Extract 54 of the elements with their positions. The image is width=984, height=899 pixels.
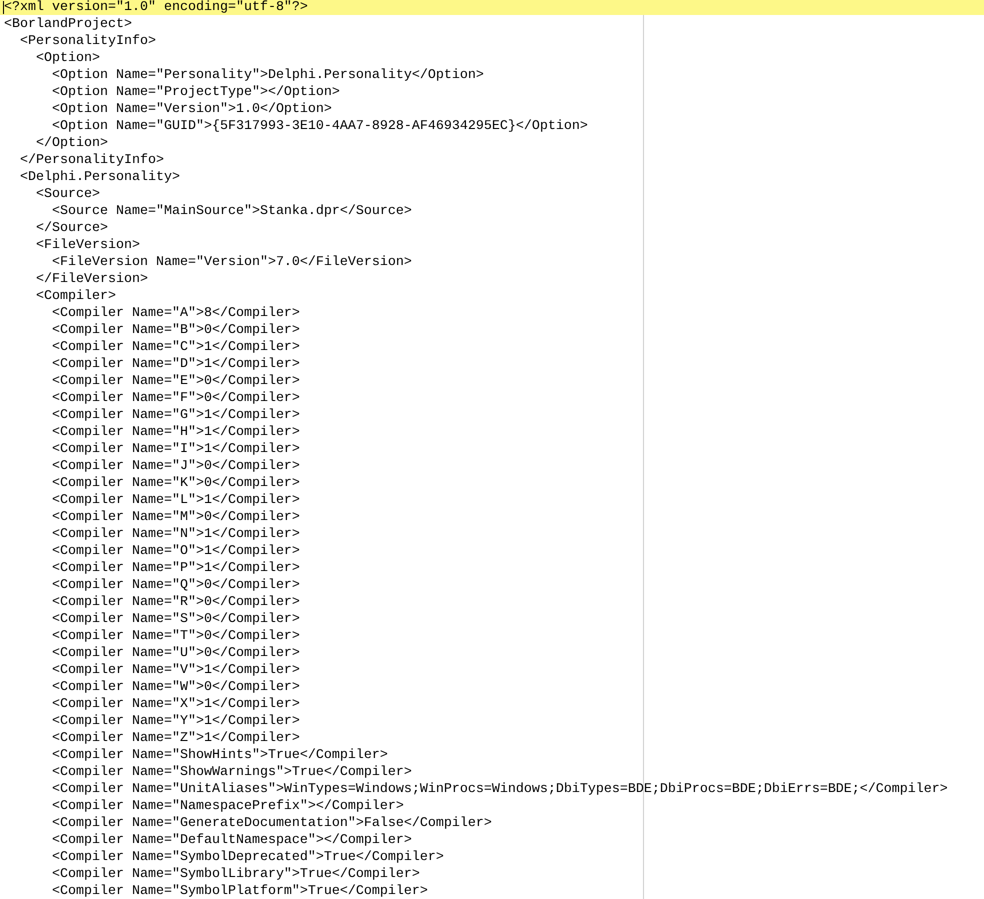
code-line: <Compiler Name="R">0</Compiler> bbox=[50, 595, 300, 610]
code-line: <Source> bbox=[34, 187, 100, 202]
code-line: <Compiler Name="D">1</Compiler> bbox=[50, 357, 300, 372]
code-line: <Compiler Name="A">8</Compiler> bbox=[50, 306, 300, 321]
code-line: <Compiler Name="DefaultNamespace"></Compiler> bbox=[50, 833, 412, 848]
code-line: <Compiler Name="SymbolLibrary">True</Compiler> bbox=[50, 867, 420, 882]
code-line: <Compiler Name="N">1</Compiler> bbox=[50, 527, 300, 542]
code-line: <Compiler Name="J">0</Compiler> bbox=[50, 459, 300, 474]
code-line: <?xml version="1.0" encoding="utf-8"?> bbox=[4, 0, 308, 15]
code-line: <FileVersion Name="Version">7.0</FileVersion> bbox=[50, 255, 412, 270]
code-line: <Source Name="MainSource">Stanka.dpr</Source> bbox=[50, 204, 412, 219]
code-line: <Compiler Name="UnitAliases">WinTypes=Windows;WinProcs=Windows;DbiTypes=BDE;DbiProcs=BDE;DbiErrs=BDE;</Compiler> bbox=[50, 782, 948, 797]
code-line: <Compiler Name="X">1</Compiler> bbox=[50, 697, 300, 712]
code-line: <Compiler Name="L">1</Compiler> bbox=[50, 493, 300, 508]
code-line: <Compiler Name="Y">1</Compiler> bbox=[50, 714, 300, 729]
code-line: <Option Name="Personality">Delphi.Personality</Option> bbox=[50, 68, 484, 83]
code-line: <Compiler Name="M">0</Compiler> bbox=[50, 510, 300, 525]
code-line: <Compiler Name="B">0</Compiler> bbox=[50, 323, 300, 338]
code-line: <Compiler Name="P">1</Compiler> bbox=[50, 561, 300, 576]
code-line: <Compiler Name="G">1</Compiler> bbox=[50, 408, 300, 423]
code-line: <Option Name="Version">1.0</Option> bbox=[50, 102, 332, 117]
code-line: <Compiler Name="ShowWarnings">True</Compiler> bbox=[50, 765, 412, 780]
text-cursor bbox=[3, 1, 4, 14]
code-line: <BorlandProject> bbox=[4, 17, 132, 32]
code-line: <PersonalityInfo> bbox=[18, 34, 156, 49]
code-line: <Compiler Name="Q">0</Compiler> bbox=[50, 578, 300, 593]
code-line: <Compiler Name="SymbolDeprecated">True</Compiler> bbox=[50, 850, 444, 865]
code-line: <Compiler Name="C">1</Compiler> bbox=[50, 340, 300, 355]
code-line: </PersonalityInfo> bbox=[18, 153, 164, 168]
code-line: </FileVersion> bbox=[34, 272, 148, 287]
code-line: <Compiler Name="V">1</Compiler> bbox=[50, 663, 300, 678]
code-line: <Compiler Name="K">0</Compiler> bbox=[50, 476, 300, 491]
code-line: </Source> bbox=[34, 221, 108, 236]
code-line: <Option> bbox=[34, 51, 100, 66]
code-line: <Option Name="ProjectType"></Option> bbox=[50, 85, 340, 100]
code-line: <Compiler Name="Z">1</Compiler> bbox=[50, 731, 300, 746]
code-line: <Compiler Name="SymbolPlatform">True</Compiler> bbox=[50, 884, 428, 899]
code-line: <Compiler Name="F">0</Compiler> bbox=[50, 391, 300, 406]
code-line: </Option> bbox=[34, 136, 108, 151]
code-line: <Compiler Name="NamespacePrefix"></Compiler> bbox=[50, 799, 404, 814]
code-line: <Compiler Name="W">0</Compiler> bbox=[50, 680, 300, 695]
code-line: <Delphi.Personality> bbox=[18, 170, 180, 185]
code-line: <Compiler Name="U">0</Compiler> bbox=[50, 646, 300, 661]
code-line: <Compiler Name="I">1</Compiler> bbox=[50, 442, 300, 457]
code-line: <FileVersion> bbox=[34, 238, 140, 253]
code-line: <Option Name="GUID">{5F317993-3E10-4AA7-8928-AF46934295EC}</Option> bbox=[50, 119, 588, 134]
code-line: <Compiler Name="S">0</Compiler> bbox=[50, 612, 300, 627]
code-line: <Compiler Name="ShowHints">True</Compiler> bbox=[50, 748, 388, 763]
code-line: <Compiler Name="E">0</Compiler> bbox=[50, 374, 300, 389]
code-line: <Compiler Name="O">1</Compiler> bbox=[50, 544, 300, 559]
code-line: <Compiler Name="T">0</Compiler> bbox=[50, 629, 300, 644]
code-line: <Compiler Name="H">1</Compiler> bbox=[50, 425, 300, 440]
code-line: <Compiler Name="GenerateDocumentation">False</Compiler> bbox=[50, 816, 492, 831]
code-line: <Compiler> bbox=[34, 289, 116, 304]
